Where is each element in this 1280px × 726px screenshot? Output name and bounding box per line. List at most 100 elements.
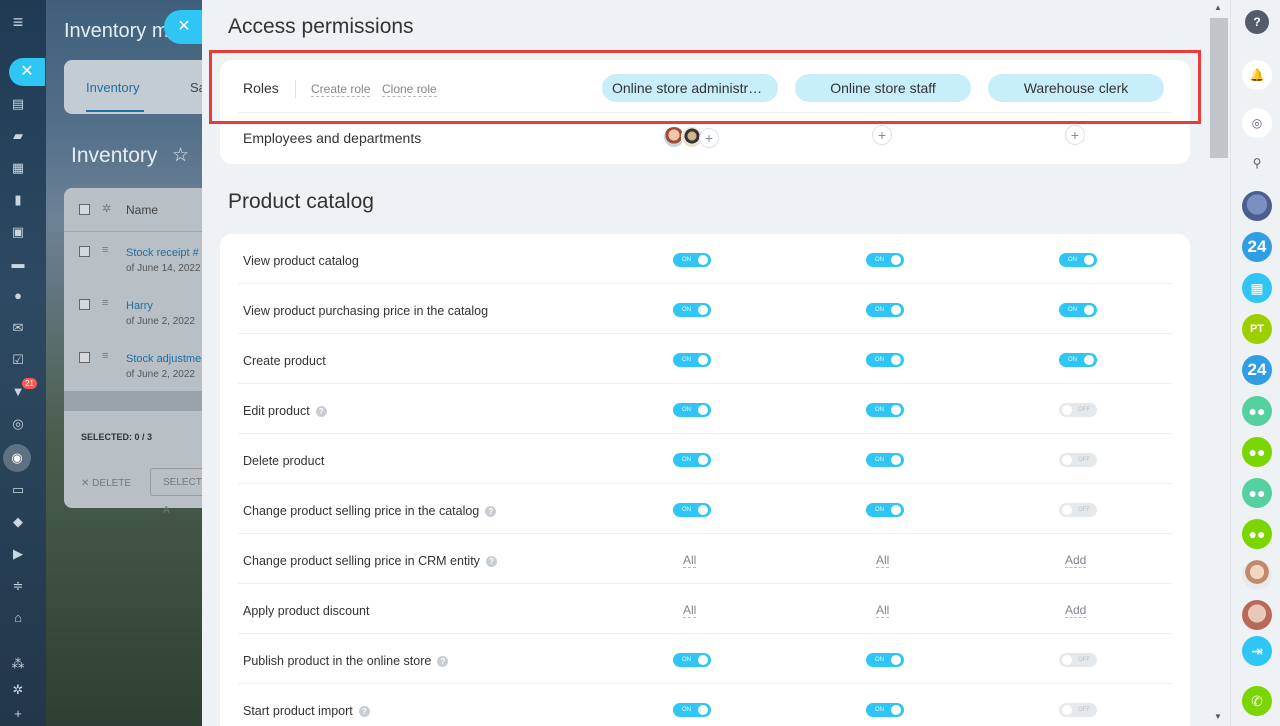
- robot-icon[interactable]: ▣: [8, 224, 28, 240]
- sitemap-icon[interactable]: ⁂: [8, 656, 28, 672]
- close-icon[interactable]: ✕: [9, 58, 45, 86]
- avatar[interactable]: [1242, 560, 1272, 590]
- help-icon[interactable]: ?: [1245, 10, 1269, 34]
- feed-icon[interactable]: ▤: [8, 96, 28, 112]
- permission-toggle[interactable]: OFF: [1059, 403, 1097, 417]
- group-chat-icon[interactable]: ●●: [1242, 519, 1272, 549]
- permission-toggle[interactable]: ON: [673, 653, 711, 667]
- permission-toggle[interactable]: ON: [673, 503, 711, 517]
- tab-sales[interactable]: Sa: [190, 80, 202, 95]
- home-icon[interactable]: ⌂: [8, 610, 28, 626]
- phone-icon[interactable]: ✆: [1242, 686, 1272, 716]
- permission-toggle[interactable]: OFF: [1059, 503, 1097, 517]
- permission-toggle[interactable]: ON: [866, 303, 904, 317]
- group-chat-icon[interactable]: ●●: [1242, 478, 1272, 508]
- permission-toggle[interactable]: ON: [1059, 353, 1097, 367]
- permission-value-link[interactable]: Add: [1065, 604, 1087, 618]
- select-action-button[interactable]: SELECT A: [150, 468, 202, 516]
- help-icon[interactable]: ?: [485, 556, 497, 567]
- tab-inventory[interactable]: Inventory: [86, 80, 139, 95]
- bell-icon[interactable]: 🔔: [1242, 60, 1272, 90]
- permission-toggle[interactable]: ON: [673, 403, 711, 417]
- card-icon[interactable]: ▭: [8, 482, 28, 498]
- star-icon[interactable]: ☆: [172, 144, 189, 167]
- help-icon[interactable]: ?: [315, 406, 327, 417]
- cart-icon[interactable]: ◉: [3, 444, 31, 472]
- box-icon[interactable]: ◆: [8, 514, 28, 530]
- row-checkbox[interactable]: [79, 246, 90, 257]
- scroll-down-icon[interactable]: ▼: [1214, 712, 1222, 721]
- door-icon[interactable]: ⇥: [1242, 636, 1272, 666]
- permission-toggle[interactable]: OFF: [1059, 653, 1097, 667]
- calendar-icon[interactable]: ▦: [8, 160, 28, 176]
- permission-toggle[interactable]: ON: [673, 453, 711, 467]
- permission-toggle[interactable]: ON: [673, 253, 711, 267]
- grid-row-name[interactable]: Harry: [126, 300, 153, 312]
- avatar[interactable]: [1242, 191, 1272, 221]
- calendar-icon[interactable]: ▦: [1242, 273, 1272, 303]
- permission-toggle[interactable]: ON: [866, 403, 904, 417]
- add-employee-button[interactable]: +: [872, 125, 892, 145]
- slider-close-button[interactable]: ✕: [164, 10, 202, 44]
- chat-icon[interactable]: ▰: [8, 128, 28, 144]
- permission-toggle[interactable]: ON: [866, 703, 904, 717]
- permission-toggle[interactable]: ON: [866, 253, 904, 267]
- drag-icon[interactable]: ≡: [102, 297, 108, 309]
- create-role-link[interactable]: Create role: [311, 82, 371, 97]
- panel-scrollbar[interactable]: ▲ ▼: [1209, 0, 1229, 726]
- chat-search-icon[interactable]: ◎: [1242, 108, 1272, 138]
- clone-role-link[interactable]: Clone role: [382, 82, 437, 97]
- group-chat-icon[interactable]: ●●: [1242, 396, 1272, 426]
- permission-toggle[interactable]: ON: [866, 503, 904, 517]
- mail-icon[interactable]: ✉: [8, 320, 28, 336]
- permission-toggle[interactable]: ON: [866, 653, 904, 667]
- bitrix24-icon[interactable]: 24: [1242, 355, 1272, 385]
- settings-sliders-icon[interactable]: ≑: [8, 578, 28, 594]
- add-employee-button[interactable]: +: [699, 128, 719, 148]
- bitrix24-icon[interactable]: 24: [1242, 232, 1272, 262]
- help-icon[interactable]: ?: [437, 656, 449, 667]
- role-warehouse-clerk[interactable]: Warehouse clerk: [988, 74, 1164, 102]
- help-icon[interactable]: ?: [358, 706, 370, 717]
- row-checkbox[interactable]: [79, 299, 90, 310]
- delete-button[interactable]: ✕ DELETE: [81, 478, 131, 489]
- row-checkbox[interactable]: [79, 352, 90, 363]
- avatar[interactable]: [1242, 600, 1272, 630]
- help-icon[interactable]: ?: [485, 506, 497, 517]
- add-employee-button[interactable]: +: [1065, 125, 1085, 145]
- search-icon[interactable]: ⚲: [1242, 148, 1272, 178]
- permission-value-link[interactable]: All: [876, 604, 890, 618]
- target-icon[interactable]: ◎: [8, 416, 28, 432]
- permission-toggle[interactable]: ON: [1059, 303, 1097, 317]
- gear-icon[interactable]: ✲: [102, 202, 111, 215]
- permission-toggle[interactable]: ON: [866, 453, 904, 467]
- permission-toggle[interactable]: ON: [673, 703, 711, 717]
- scroll-up-icon[interactable]: ▲: [1214, 3, 1222, 12]
- permission-value-link[interactable]: All: [876, 554, 890, 568]
- menu-icon[interactable]: ≡: [8, 13, 28, 31]
- grid-row-name[interactable]: Stock receipt #: [126, 247, 199, 259]
- drag-icon[interactable]: ≡: [102, 244, 108, 256]
- role-online-store-administrator[interactable]: Online store administrat...: [602, 74, 778, 102]
- select-all-checkbox[interactable]: [79, 204, 90, 215]
- permission-value-link[interactable]: All: [683, 554, 697, 568]
- role-online-store-staff[interactable]: Online store staff: [795, 74, 971, 102]
- scrollbar-thumb[interactable]: [1210, 18, 1228, 158]
- drive-icon[interactable]: ▬: [8, 256, 28, 272]
- permission-toggle[interactable]: ON: [673, 303, 711, 317]
- contacts-icon[interactable]: ●: [8, 288, 28, 304]
- permission-toggle[interactable]: ON: [673, 353, 711, 367]
- tasks-icon[interactable]: ☑: [8, 352, 28, 368]
- permission-toggle[interactable]: OFF: [1059, 453, 1097, 467]
- permission-value-link[interactable]: Add: [1065, 554, 1087, 568]
- document-icon[interactable]: ▮: [8, 192, 28, 208]
- permission-toggle[interactable]: ON: [1059, 253, 1097, 267]
- video-icon[interactable]: ▶: [8, 546, 28, 562]
- drag-icon[interactable]: ≡: [102, 350, 108, 362]
- grid-row-name[interactable]: Stock adjustme: [126, 353, 201, 365]
- permission-value-link[interactable]: All: [683, 604, 697, 618]
- group-chat-icon[interactable]: ●●: [1242, 437, 1272, 467]
- grid-scrollbar[interactable]: [64, 391, 202, 411]
- avatar[interactable]: PT: [1242, 314, 1272, 344]
- gear-icon[interactable]: ✲: [8, 682, 28, 698]
